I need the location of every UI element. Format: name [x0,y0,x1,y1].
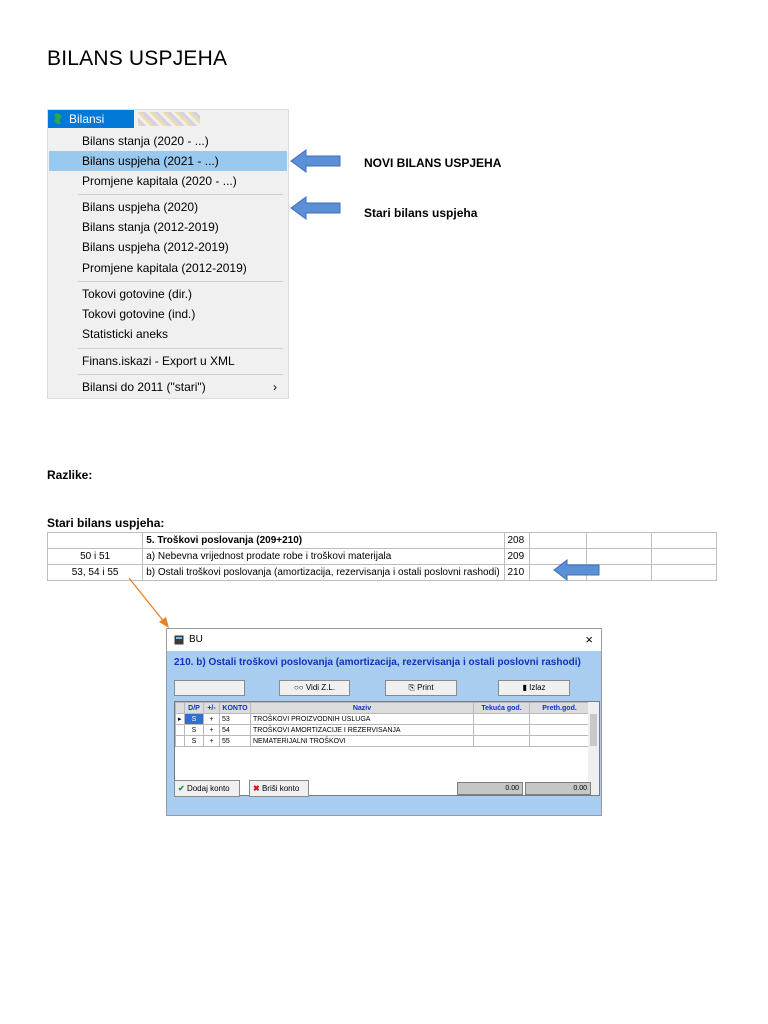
blank-button[interactable] [174,680,245,696]
row-pointer-icon: ▸ [175,713,185,725]
old-balance-table: 5. Troškovi poslovanja (209+210) 208 50 … [46,532,718,581]
delete-x-icon: ✖ [253,784,260,793]
menu-item-bilans-uspjeha-2020[interactable]: Bilans uspjeha (2020) [49,197,287,217]
annotation-old: Stari bilans uspjeha [364,206,478,220]
menu-bilansi-label: Bilansi [69,112,105,126]
annotation-new: NOVI BILANS USPJEHA [364,156,502,170]
grid-header: D/P +/- KONTO Naziv Tekuća god. Preth.go… [175,702,590,714]
print-button[interactable]: ⎘ Print [385,680,457,696]
table-row[interactable]: ▸ S + 53 TROŠKOVI PROIZVODNIH USLUGA [175,713,590,725]
menu-separator [78,374,283,375]
menu-item-promjene-kapitala-2012-2019[interactable]: Promjene kapitala (2012-2019) [49,258,287,278]
differences-label: Razlike: [47,468,93,482]
dialog-title: BU [189,634,203,645]
old-balance-label: Stari bilans uspjeha: [47,516,165,530]
menu-item-bilans-stanja-2020[interactable]: Bilans stanja (2020 - ...) [49,131,287,151]
add-account-button[interactable]: ✔ Dodaj konto [174,780,240,797]
bilansi-menu: Bilansi Bilans stanja (2020 - ...) Bilan… [47,109,289,399]
menu-item-promjene-kapitala-2020[interactable]: Promjene kapitala (2020 - ...) [49,171,287,191]
view-ledger-button[interactable]: ○○ Vidi Z.L. [279,680,350,696]
menu-separator [78,194,283,195]
printer-icon: ⎘ [408,683,415,692]
dialog-body: 210. b) Ostali troškovi poslovanja (amor… [167,651,601,815]
delete-account-button[interactable]: ✖ Briši konto [249,780,309,797]
menu-separator [78,281,283,282]
scrollbar-thumb[interactable] [590,714,597,746]
arrow-left-icon [290,149,341,173]
menu-item-bilans-uspjeha-2021[interactable]: Bilans uspjeha (2021 - ...) [49,151,287,171]
bu-dialog: BU × 210. b) Ostali troškovi poslovanja … [166,628,602,816]
checkmark-icon: ✔ [178,784,185,793]
arrow-left-icon [290,196,341,220]
menu-item-bilans-stanja-2012-2019[interactable]: Bilans stanja (2012-2019) [49,217,287,237]
total-previous-year: 0.00 [525,782,591,795]
menu-separator [78,348,283,349]
dialog-titlebar: BU × [167,629,601,651]
menu-bar: Bilansi [48,110,288,128]
binoculars-icon: ○○ [293,683,304,692]
table-row[interactable]: S + 54 TROŠKOVI AMORTIZACIJE I REZERVISA… [175,724,590,736]
exit-button[interactable]: ▮ Izlaz [498,680,570,696]
arrow-left-icon [553,559,600,581]
app-logo-icon [54,113,62,125]
menu-bilansi[interactable]: Bilansi [48,110,134,128]
menu-item-statisticki-aneks[interactable]: Statisticki aneks [49,324,287,344]
dialog-heading: 210. b) Ostali troškovi poslovanja (amor… [174,657,581,668]
table-row[interactable]: S + 55 NEMATERIJALNI TROŠKOVI [175,735,590,747]
menu-item-export-xml[interactable]: Finans.iskazi - Export u XML [49,351,287,371]
table-row: 5. Troškovi poslovanja (209+210) 208 [46,532,718,549]
close-icon[interactable]: × [585,629,593,651]
blurred-menu-area [138,112,200,126]
door-exit-icon: ▮ [522,683,527,692]
connector-arrow-icon [128,577,169,628]
menu-item-bilansi-do-2011[interactable]: Bilansi do 2011 ("stari") › [49,377,287,397]
table-row: 50 i 51 a) Nebevna vrijednost prodate ro… [46,548,718,565]
document-title: BILANS USPJEHA [47,47,228,70]
window-icon [174,635,184,645]
menu-item-tokovi-gotovine-dir[interactable]: Tokovi gotovine (dir.) [49,284,287,304]
submenu-chevron-icon: › [273,380,277,394]
total-current-year: 0.00 [457,782,523,795]
menu-item-tokovi-gotovine-ind[interactable]: Tokovi gotovine (ind.) [49,304,287,324]
menu-item-bilans-uspjeha-2012-2019[interactable]: Bilans uspjeha (2012-2019) [49,237,287,257]
